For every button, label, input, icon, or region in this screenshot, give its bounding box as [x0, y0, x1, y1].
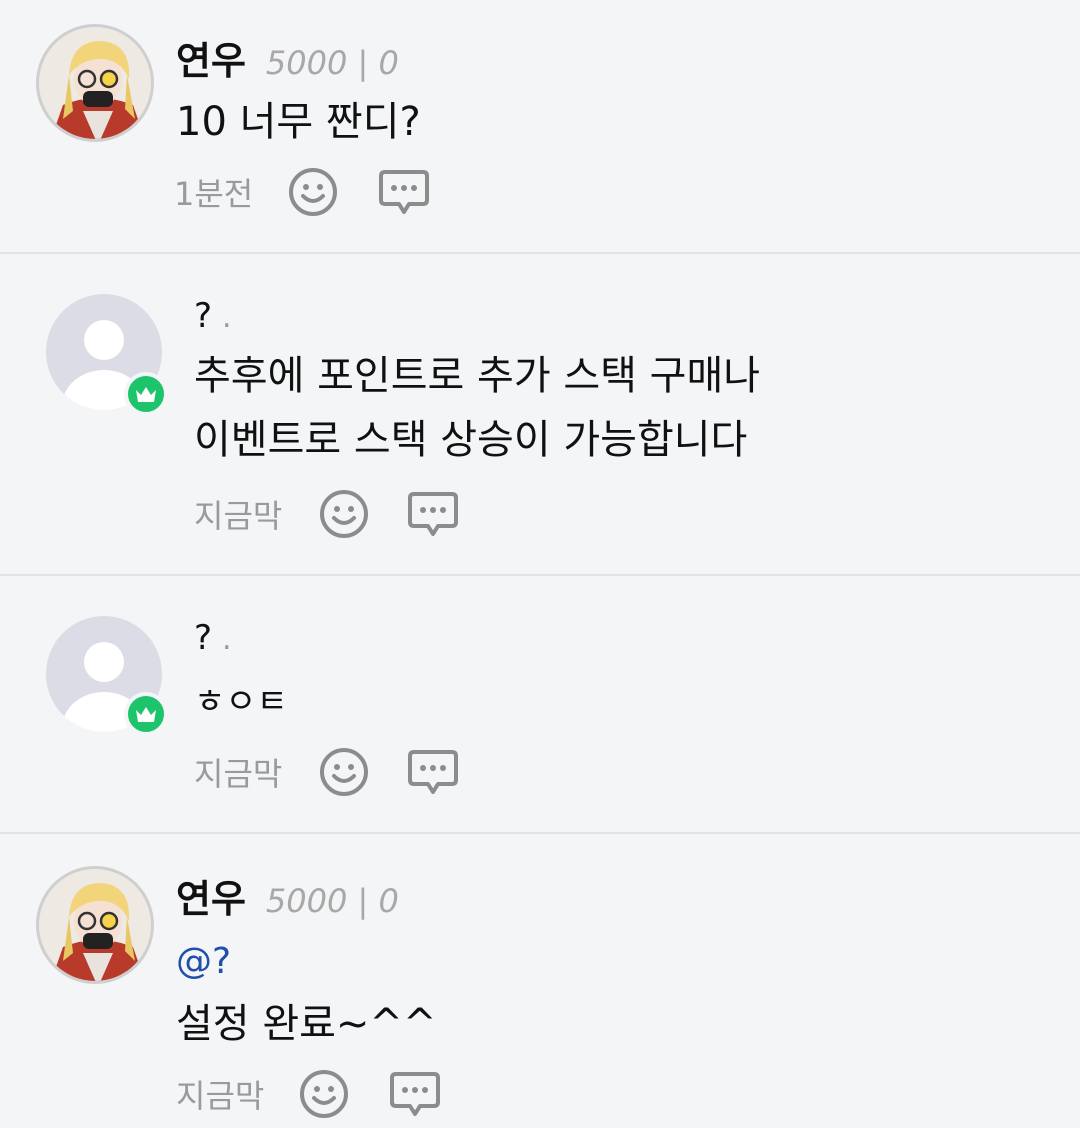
comment-item: 연우 5000 | 0 @? 설정 완료~^^ 지금막 — [0, 834, 1080, 1128]
comment-time: 지금막 — [176, 1077, 265, 1115]
speech-bubble-icon[interactable] — [406, 746, 460, 798]
author-name[interactable]: ? — [194, 296, 212, 336]
comment-header: 연우 5000 | 0 — [176, 30, 399, 85]
smiley-icon[interactable] — [298, 1068, 350, 1120]
comment-header: ? . — [194, 296, 232, 336]
speech-bubble-icon[interactable] — [377, 166, 431, 218]
smiley-icon[interactable] — [318, 488, 370, 540]
comment-item: 연우 5000 | 0 10 너무 짠디? 1분전 — [0, 0, 1080, 254]
comment-text: 10 너무 짠디? — [176, 99, 421, 145]
comment-text-line: 추후에 포인트로 추가 스택 구매나 — [194, 353, 761, 399]
smiley-icon[interactable] — [318, 746, 370, 798]
author-points: 5000 | 0 — [265, 44, 399, 82]
comment-header: 연우 5000 | 0 — [176, 868, 399, 923]
crown-icon — [124, 692, 168, 736]
comment-item: ? . 추후에 포인트로 추가 스택 구매나 이벤트로 스택 상승이 가능합니다… — [0, 254, 1080, 576]
comment-meta: 1분전 — [174, 166, 431, 218]
author-suffix: . — [222, 300, 232, 335]
avatar-illustration — [39, 27, 151, 139]
user-avatar[interactable] — [36, 866, 154, 984]
comment-text: 추후에 포인트로 추가 스택 구매나 이벤트로 스택 상승이 가능합니다 — [194, 344, 760, 472]
author-suffix: . — [222, 622, 232, 657]
author-name[interactable]: 연우 — [176, 868, 246, 923]
smiley-icon[interactable] — [287, 166, 339, 218]
author-name[interactable]: ? — [194, 618, 212, 658]
crown-icon — [124, 372, 168, 416]
comment-meta: 지금막 — [194, 488, 460, 540]
speech-bubble-icon[interactable] — [388, 1068, 442, 1120]
user-avatar[interactable] — [36, 24, 154, 142]
comment-time: 지금막 — [194, 755, 283, 793]
comment-text: ㅎㅇㅌ — [194, 682, 288, 722]
comment-time: 1분전 — [174, 175, 254, 213]
author-name[interactable]: 연우 — [176, 30, 246, 85]
comment-header: ? . — [194, 618, 232, 658]
speech-bubble-icon[interactable] — [406, 488, 460, 540]
comment-meta: 지금막 — [176, 1068, 442, 1120]
comment-time: 지금막 — [194, 497, 283, 535]
comment-text: 설정 완료~^^ — [176, 1001, 437, 1047]
avatar-illustration — [39, 869, 151, 981]
comment-text-line: 이벤트로 스택 상승이 가능합니다 — [194, 417, 748, 463]
author-points: 5000 | 0 — [265, 882, 399, 920]
mention-link[interactable]: @? — [176, 930, 231, 994]
comment-meta: 지금막 — [194, 746, 460, 798]
comment-item: ? . ㅎㅇㅌ 지금막 — [0, 576, 1080, 834]
